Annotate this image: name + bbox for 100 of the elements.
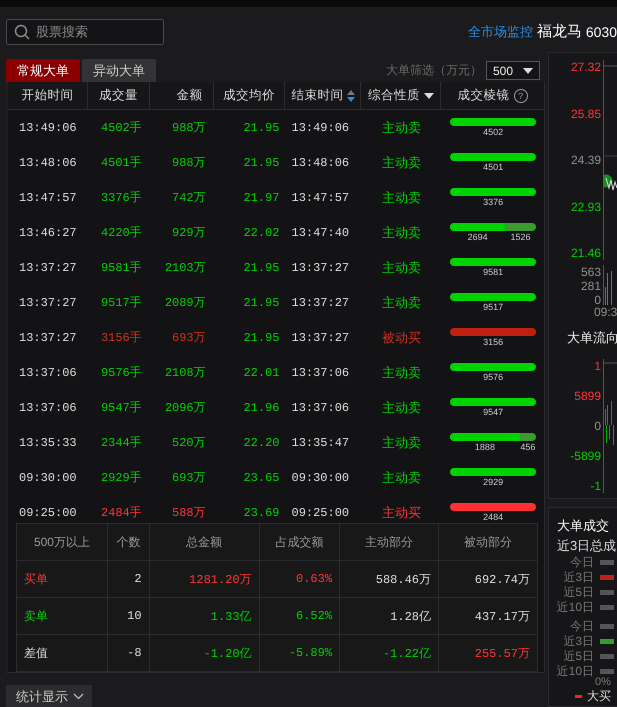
table-cell-text: 693万 bbox=[171, 330, 207, 346]
table-cell-text: 4501手 bbox=[100, 155, 143, 171]
table-cell-text: 21.95 bbox=[242, 330, 280, 344]
table-cell-text: 主动卖 bbox=[380, 364, 422, 382]
market-monitor-link[interactable]: 全市场监控 bbox=[468, 22, 533, 40]
table-cell-text: 4220手 bbox=[100, 225, 143, 241]
tab[interactable]: 异动大单 bbox=[82, 59, 156, 82]
table-cell-text: 主动买 bbox=[380, 504, 422, 522]
table-cell-text: 21.95 bbox=[242, 120, 280, 134]
summary-cell: -1.22亿 bbox=[340, 634, 438, 672]
table-cell-text: 主动卖 bbox=[380, 118, 422, 136]
table-cell-text: 21.95 bbox=[242, 296, 280, 310]
stock-code: 6030 bbox=[586, 24, 617, 40]
table-cell-text: 主动卖 bbox=[380, 468, 422, 486]
column-header[interactable]: 金额 bbox=[176, 87, 203, 104]
column-header[interactable]: 成交棱镜 bbox=[458, 87, 510, 104]
table-cell-text: 13:37:27 bbox=[18, 296, 78, 310]
bar-label: 9517 bbox=[483, 302, 504, 313]
column-header[interactable]: 成交均价 bbox=[223, 87, 276, 104]
search-icon bbox=[14, 24, 30, 40]
summary-cell: 卖单 bbox=[16, 598, 108, 634]
table-cell-text: 09:30:00 bbox=[18, 470, 78, 484]
table-cell-text: 23.65 bbox=[242, 470, 280, 484]
tab[interactable]: 常规大单 bbox=[6, 59, 80, 82]
summary-cell: 1.33亿 bbox=[149, 598, 260, 634]
flow-axis-label: -5899 bbox=[570, 449, 601, 463]
table-cell-text: 主动卖 bbox=[380, 188, 422, 206]
sort-icon[interactable] bbox=[347, 90, 356, 102]
period-label: 今日 bbox=[569, 554, 595, 571]
table-cell-text: 13:49:06 bbox=[290, 120, 350, 134]
table-cell-text: 13:46:27 bbox=[18, 226, 78, 240]
table-cell-text: 主动卖 bbox=[380, 434, 422, 452]
dropdown-caret-icon[interactable] bbox=[424, 92, 434, 98]
table-cell-text: 2096万 bbox=[164, 400, 207, 416]
summary-cell: 437.17万 bbox=[438, 598, 538, 634]
bar-label: 4501 bbox=[483, 162, 504, 173]
table-cell-text: 21.97 bbox=[242, 190, 280, 204]
turnover-subtitle: 近3日总成 bbox=[556, 537, 617, 555]
table-cell-text: 13:35:33 bbox=[18, 436, 78, 450]
column-header[interactable]: 开始时间 bbox=[21, 87, 74, 104]
period-label: 今日 bbox=[569, 618, 595, 635]
summary-cell: 255.57万 bbox=[438, 634, 538, 672]
volume-axis-label: 563 bbox=[580, 265, 601, 279]
volume-axis-label: 281 bbox=[580, 279, 601, 293]
bar-label: 3156 bbox=[483, 337, 504, 348]
table-cell-text: 2484手 bbox=[100, 505, 143, 521]
column-header[interactable]: 成交量 bbox=[98, 87, 138, 104]
table-cell-text: 13:49:06 bbox=[18, 120, 78, 134]
table-cell-text: 22.02 bbox=[242, 226, 280, 240]
table-cell-text: 13:48:06 bbox=[290, 156, 350, 170]
table-cell-text: 13:37:06 bbox=[18, 400, 78, 414]
table-cell-text: 9547手 bbox=[100, 400, 143, 416]
table-cell-text: 09:25:00 bbox=[18, 506, 78, 520]
table-cell-text: 2929手 bbox=[100, 470, 143, 486]
table-cell-text: 13:37:06 bbox=[290, 366, 350, 380]
table-cell-text: 13:47:40 bbox=[290, 226, 350, 240]
search-field[interactable]: 股票搜索 bbox=[6, 18, 164, 44]
bar-label: 4502 bbox=[483, 127, 504, 138]
period-label: 近5日 bbox=[562, 584, 595, 601]
table-cell-text: 3376手 bbox=[100, 190, 143, 206]
column-header[interactable]: 综合性质 bbox=[368, 87, 420, 104]
table-cell-text: 9517手 bbox=[100, 295, 143, 311]
table-cell-text: 09:25:00 bbox=[290, 506, 350, 520]
amount-dropdown[interactable]: 500 bbox=[486, 61, 540, 80]
caret-icon bbox=[523, 68, 533, 74]
summary-cell: 2 bbox=[107, 560, 150, 598]
column-header[interactable]: 结束时间 bbox=[291, 87, 344, 104]
chevron-down-icon bbox=[73, 693, 84, 700]
table-cell-text: 588万 bbox=[171, 505, 207, 521]
help-icon[interactable]: ? bbox=[514, 88, 528, 102]
flow-axis-label: 0 bbox=[594, 419, 601, 433]
bar-label: 9576 bbox=[483, 372, 504, 383]
period-label: 近5日 bbox=[562, 648, 595, 665]
time-axis-label: 09:3 bbox=[593, 305, 617, 319]
bar-label: 2929 bbox=[483, 477, 504, 488]
summary-header: 主动部分 bbox=[340, 524, 438, 560]
table-cell-text: 22.01 bbox=[242, 366, 280, 380]
bar-label: 9547 bbox=[483, 407, 504, 418]
table-cell-text: 13:47:57 bbox=[18, 190, 78, 204]
table-cell-text: 13:35:47 bbox=[290, 436, 350, 450]
price-axis-label: 25.85 bbox=[570, 106, 601, 120]
table-cell-text: 13:37:27 bbox=[290, 330, 350, 344]
bar-label: 456 bbox=[520, 442, 536, 453]
flow-axis-label: 5899 bbox=[574, 389, 601, 403]
stats-display-button[interactable]: 统计显示 bbox=[6, 685, 92, 707]
table-cell-text: 988万 bbox=[171, 155, 207, 171]
bar-label: 1888 bbox=[474, 442, 495, 453]
table-cell-text: 13:47:57 bbox=[290, 190, 350, 204]
price-axis-label: 22.93 bbox=[570, 200, 601, 214]
summary-cell: 差值 bbox=[16, 634, 108, 672]
table-cell-text: 2089万 bbox=[164, 295, 207, 311]
volume-axis-label: 0 bbox=[594, 293, 601, 307]
table-cell-text: 2103万 bbox=[164, 260, 207, 276]
table-cell-text: 520万 bbox=[171, 435, 207, 451]
flow-axis-label: -1 bbox=[590, 479, 601, 493]
summary-cell: 588.46万 bbox=[340, 560, 438, 598]
table-cell-text: 主动卖 bbox=[380, 398, 422, 416]
period-label: 近3日 bbox=[562, 569, 595, 586]
table-cell-text: 被动买 bbox=[380, 328, 422, 346]
summary-cell: 10 bbox=[107, 598, 150, 634]
